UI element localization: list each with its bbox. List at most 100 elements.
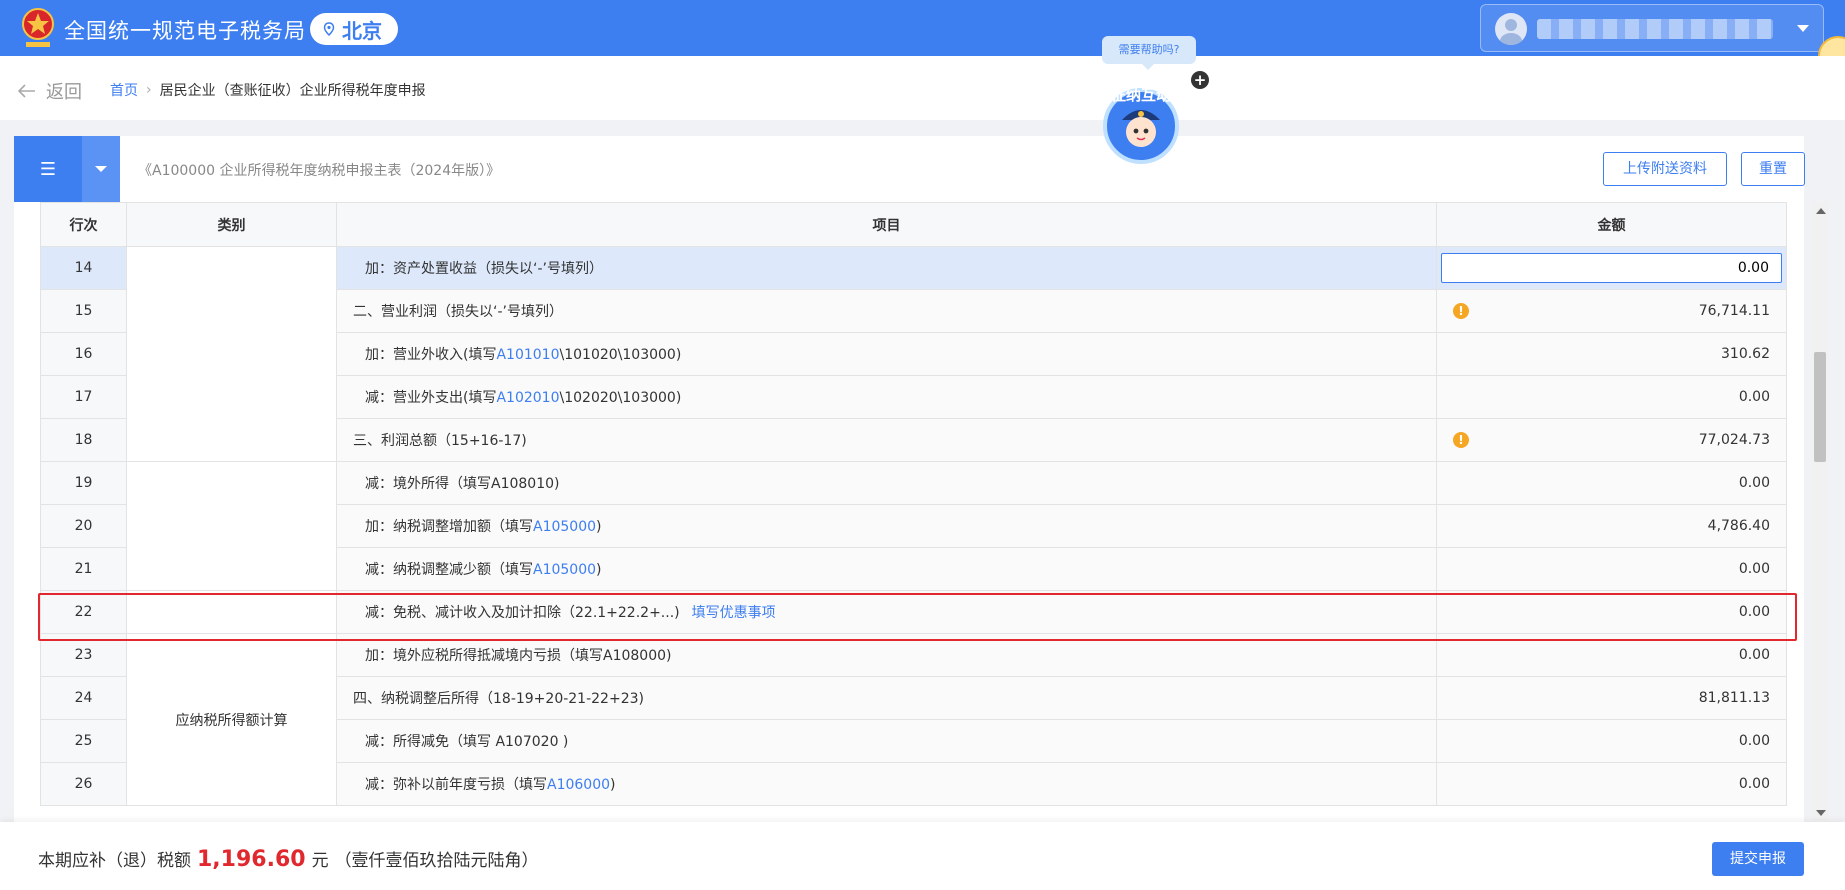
form-title: 《A100000 企业所得税年度纳税申报主表（2024年版）》 (138, 163, 501, 179)
warning-icon[interactable]: ! (1453, 432, 1469, 448)
amount-value: 0.00 (1738, 647, 1770, 663)
amount-cell[interactable]: 4,786.40 (1436, 504, 1787, 548)
amount-cell[interactable]: 0.00 (1436, 590, 1787, 634)
category-cell: 应纳税所得额计算 (126, 633, 337, 806)
scroll-thumb[interactable] (1814, 352, 1826, 462)
item-label: 二、营业利润（损失以‘-’号填列） (353, 304, 563, 320)
header-item: 项目 (336, 202, 1437, 247)
row-number: 24 (40, 676, 127, 720)
assistant-mascot-icon[interactable]: 征纳互动 (1096, 70, 1186, 166)
header-row-number: 行次 (40, 202, 127, 247)
declaration-table-container: 行次 类别 项目 金额 14 加：资产处置收益（损失以‘-’号填列） 15 二、营业利… (14, 202, 1804, 822)
menu-button[interactable]: ☰ (14, 136, 82, 202)
warning-icon[interactable]: ! (1453, 303, 1469, 319)
breadcrumb-home[interactable]: 首页 (110, 80, 138, 100)
vertical-scrollbar[interactable] (1812, 202, 1828, 822)
amount-value: 0.00 (1738, 776, 1770, 792)
amount-cell[interactable]: ! 77,024.73 (1436, 418, 1787, 462)
reset-button[interactable]: 重置 (1741, 152, 1805, 186)
plus-icon[interactable]: + (1191, 71, 1209, 89)
amount-cell[interactable]: 310.62 (1436, 332, 1787, 376)
tax-emblem-icon (22, 8, 54, 47)
breadcrumb-current: 居民企业（查账征收）企业所得税年度申报 (159, 83, 426, 99)
amount-value: 0.00 (1738, 604, 1770, 620)
category-cell (126, 246, 337, 462)
row-number: 16 (40, 332, 127, 376)
item-label: 加：资产处置收益（损失以‘-’号填列） (365, 261, 603, 277)
amount-cell[interactable]: 81,811.13 (1436, 676, 1787, 720)
item-label: 减：境外所得（填写A108010) (365, 476, 560, 492)
form-link[interactable]: A105000 (533, 519, 596, 535)
table-row: 23 应纳税所得额计算 加：境外应税所得抵减境内亏损（填写A108000) 0.00 (40, 633, 1787, 806)
caret-down-icon (95, 166, 107, 172)
row-number: 26 (40, 762, 127, 806)
scroll-down-arrow-icon[interactable] (1816, 810, 1826, 816)
breadcrumb: 首页 › 居民企业（查账征收）企业所得税年度申报 (110, 80, 426, 100)
item-label: 减：所得减免（填写 A107020 ) (365, 734, 569, 750)
amount-cell[interactable]: 0.00 (1436, 547, 1787, 591)
mascot-text: 征纳互动 (1111, 86, 1171, 104)
item-label: 加：营业外收入(填写 (365, 347, 497, 363)
row-number: 19 (40, 461, 127, 505)
amount-value: 0.00 (1738, 475, 1770, 491)
item-cell: 减：纳税调整减少额（填写A105000) (336, 547, 1437, 591)
row-number: 14 (40, 246, 127, 290)
row-number: 17 (40, 375, 127, 419)
upload-attachments-button[interactable]: 上传附送资料 (1603, 152, 1727, 186)
fill-discount-link[interactable]: 填写优惠事项 (692, 605, 776, 621)
form-link[interactable]: A105000 (533, 562, 596, 578)
submit-declaration-button[interactable]: 提交申报 (1712, 842, 1804, 876)
item-cell: 减：所得减免（填写 A107020 ) (336, 719, 1437, 763)
user-menu[interactable] (1480, 4, 1824, 52)
help-bubble[interactable]: 需要帮助吗? (1102, 36, 1196, 70)
item-label-suffix: ) (596, 519, 602, 535)
item-label-suffix: \101020\103000) (559, 347, 682, 363)
amount-cell[interactable]: 0.00 (1436, 461, 1787, 505)
amount-cell[interactable]: 0.00 (1436, 719, 1787, 763)
amount-value: 77,024.73 (1698, 432, 1770, 448)
item-label: 减：弥补以前年度亏损（填写 (365, 777, 547, 793)
item-label: 减：纳税调整减少额（填写 (365, 562, 533, 578)
tax-amount-words: （壹仟壹佰玖拾陆元陆角） (334, 851, 539, 871)
tax-summary: 本期应补（退）税额 1,196.60 元 （壹仟壹佰玖拾陆元陆角） (38, 846, 539, 872)
item-cell: 四、纳税调整后所得（18-19+20-21-22+23) (336, 676, 1437, 720)
chevron-down-icon (1797, 25, 1809, 32)
avatar (1495, 13, 1527, 45)
amount-cell[interactable]: 0.00 (1436, 762, 1787, 806)
row-number: 23 (40, 633, 127, 677)
amount-cell[interactable]: ! 76,714.11 (1436, 289, 1787, 333)
item-label: 四、纳税调整后所得（18-19+20-21-22+23) (353, 691, 644, 707)
table-row: 14 加：资产处置收益（损失以‘-’号填列） (40, 246, 1787, 462)
item-cell: 加：纳税调整增加额（填写A105000) (336, 504, 1437, 548)
tax-unit: 元 (311, 851, 329, 871)
item-cell: 减：弥补以前年度亏损（填写A106000) (336, 762, 1437, 806)
user-name-masked (1537, 19, 1773, 39)
item-label: 加：纳税调整增加额（填写 (365, 519, 533, 535)
form-link[interactable]: A101010 (496, 347, 559, 363)
row-number: 20 (40, 504, 127, 548)
arrow-left-icon (18, 84, 35, 98)
region-label: 北京 (342, 18, 382, 43)
amount-cell (1436, 246, 1787, 290)
form-link[interactable]: A102010 (496, 390, 559, 406)
menu-icon: ☰ (39, 158, 57, 180)
category-cell (126, 461, 337, 591)
item-label: 三、利润总额（15+16-17) (353, 433, 527, 449)
back-button[interactable]: 返回 (18, 78, 82, 104)
location-pin-icon (323, 22, 335, 36)
item-cell: 加：营业外收入(填写A101010\101020\103000) (336, 332, 1437, 376)
amount-value: 81,811.13 (1698, 690, 1770, 706)
item-cell: 减：免税、减计收入及加计扣除（22.1+22.2+...) 填写优惠事项 (336, 590, 1437, 634)
region-selector[interactable]: 北京 (310, 13, 398, 45)
item-label: 减：免税、减计收入及加计扣除（22.1+22.2+...) (365, 605, 680, 621)
item-cell: 加：境外应税所得抵减境内亏损（填写A108000) (336, 633, 1437, 677)
amount-cell[interactable]: 0.00 (1436, 375, 1787, 419)
table-row: 19 减：境外所得（填写A108010) 0.00 (40, 461, 1787, 591)
amount-cell[interactable]: 0.00 (1436, 633, 1787, 677)
scroll-up-arrow-icon[interactable] (1816, 208, 1826, 214)
amount-input[interactable] (1441, 253, 1782, 283)
item-label-suffix: ) (610, 777, 616, 793)
form-link[interactable]: A106000 (547, 777, 610, 793)
menu-dropdown-button[interactable] (82, 136, 120, 202)
item-label: 减：营业外支出(填写 (365, 390, 497, 406)
